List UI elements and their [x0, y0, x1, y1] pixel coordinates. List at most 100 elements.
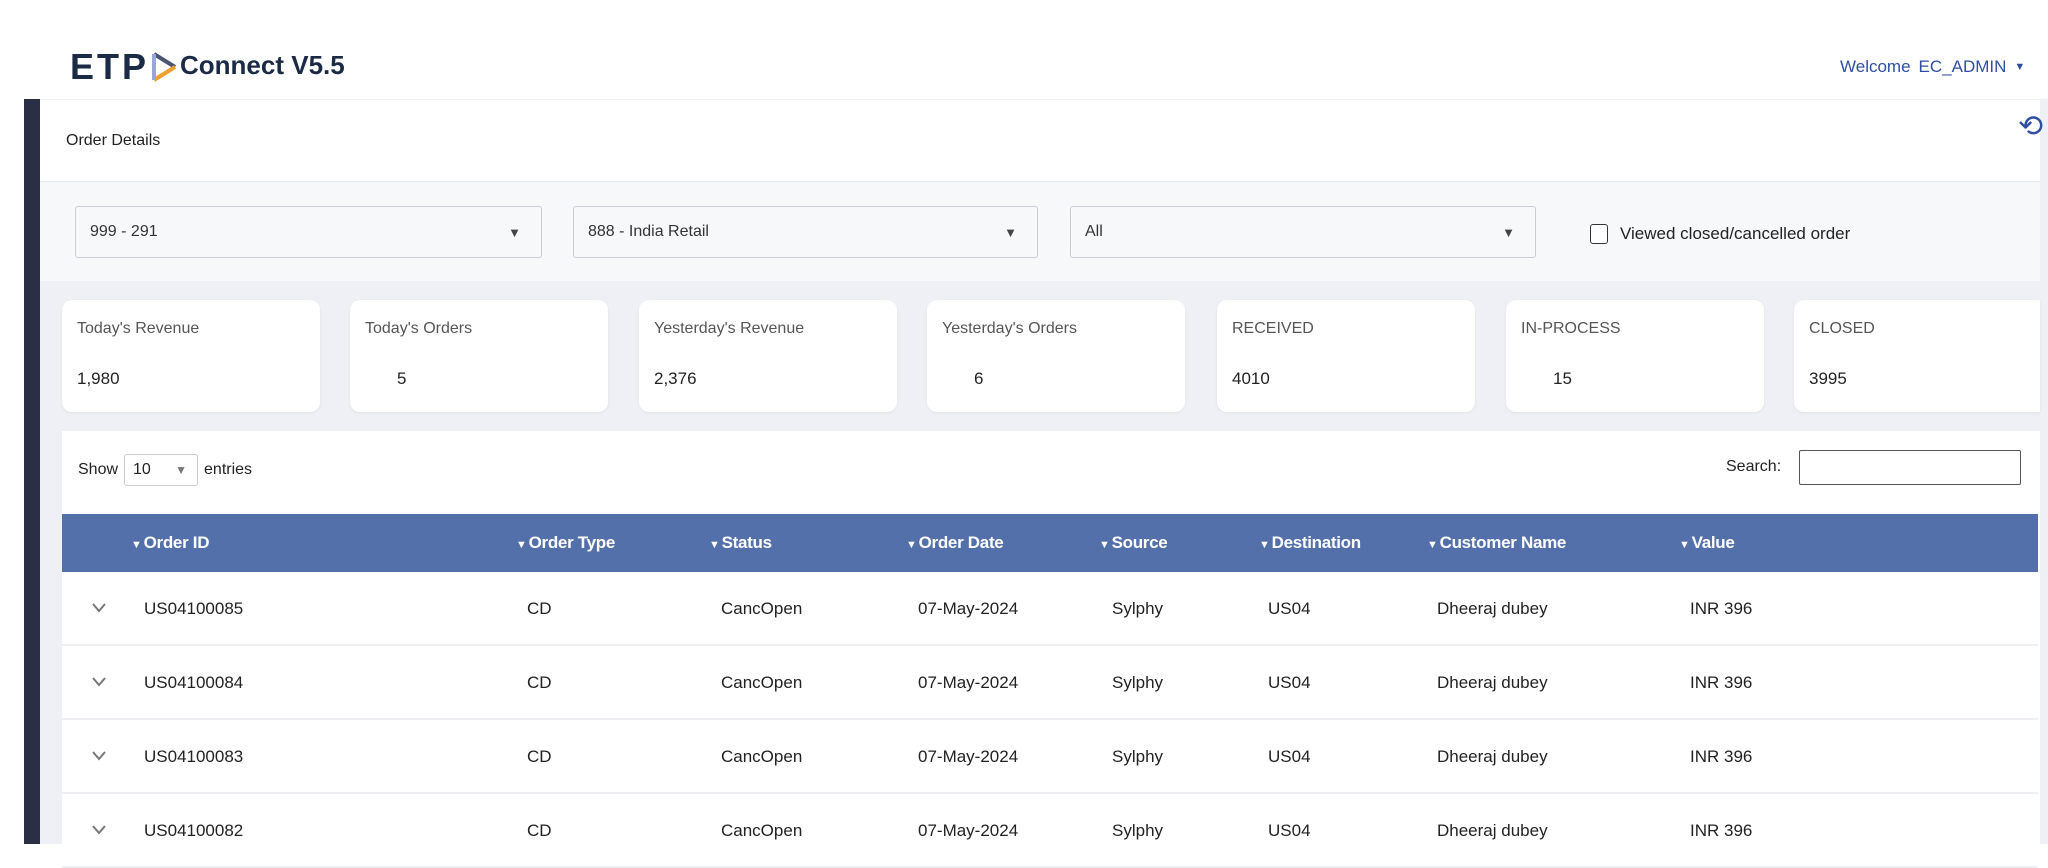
kpi-value: 6: [974, 369, 984, 388]
kpi-value: 3995: [1809, 369, 1847, 388]
username: EC_ADMIN: [1918, 57, 2007, 76]
cell-status: CancOpen: [721, 673, 803, 692]
cell-order-date: 07-May-2024: [918, 673, 1019, 692]
sidebar[interactable]: [24, 99, 40, 844]
show-label: Show: [78, 461, 119, 478]
logo-text: ETP: [70, 46, 150, 87]
cell-value: INR 396: [1690, 599, 1753, 618]
cell-destination: US04: [1268, 747, 1311, 766]
status-select[interactable]: All ▼: [1070, 206, 1536, 258]
sort-icon: ▼: [516, 539, 527, 551]
cell-order-id: US04100085: [144, 599, 244, 618]
cell-source: Sylphy: [1112, 821, 1164, 840]
page-length-value: 10: [133, 461, 151, 478]
expand-chevron-icon[interactable]: [86, 816, 112, 842]
checkbox-label: Viewed closed/cancelled order: [1620, 224, 1851, 243]
sort-icon: ▼: [1427, 539, 1438, 551]
column-header-value[interactable]: ▼ Value: [1679, 533, 1735, 553]
kpi-label: Today's Orders: [365, 320, 473, 337]
cell-value: INR 396: [1690, 673, 1753, 692]
cell-order-id: US04100082: [144, 821, 244, 840]
cell-source: Sylphy: [1112, 747, 1164, 766]
kpi-label: Yesterday's Revenue: [654, 320, 805, 337]
app-title: Connect V5.5: [180, 50, 345, 80]
expand-chevron-icon[interactable]: [86, 668, 112, 694]
sort-icon: ▼: [1679, 539, 1690, 551]
caret-down-icon: ▼: [2014, 61, 2026, 73]
cell-customer-name: Dheeraj dubey: [1437, 747, 1548, 766]
cell-status: CancOpen: [721, 599, 803, 618]
cell-customer-name: Dheeraj dubey: [1437, 673, 1548, 692]
column-label: Order Type: [528, 533, 616, 552]
kpi-card-todays-revenue: Today's Revenue 1,980: [62, 300, 320, 412]
kpi-value: 5: [397, 369, 407, 388]
cell-order-type: CD: [527, 821, 552, 840]
column-label: Customer Name: [1439, 533, 1567, 552]
cell-order-type: CD: [527, 599, 552, 618]
table-header: ▼ Order ID ▼ Order Type ▼ Status ▼ Order Dat…: [62, 514, 2038, 572]
logo-play-icon: [152, 52, 177, 82]
kpi-label: CLOSED: [1809, 320, 1875, 337]
expand-chevron-icon[interactable]: [86, 594, 112, 620]
search-input[interactable]: [1799, 450, 2021, 485]
store-select[interactable]: 999 - 291 ▼: [75, 206, 542, 258]
cell-order-date: 07-May-2024: [918, 821, 1019, 840]
table-row[interactable]: US04100085 CD CancOpen 07-May-2024 Sylphy US0…: [62, 572, 2038, 646]
cell-destination: US04: [1268, 673, 1311, 692]
cell-source: Sylphy: [1112, 673, 1164, 692]
cell-value: INR 396: [1690, 821, 1753, 840]
table-row[interactable]: US04100082 CD CancOpen 07-May-2024 Sylphy US0…: [62, 794, 2038, 868]
kpi-card-yesterdays-revenue: Yesterday's Revenue 2,376: [639, 300, 897, 412]
cell-destination: US04: [1268, 821, 1311, 840]
column-label: Value: [1691, 533, 1735, 552]
column-header-customer-name[interactable]: ▼ Customer Name: [1427, 533, 1566, 553]
kpi-value: 4010: [1232, 369, 1270, 388]
user-menu[interactable]: Welcome EC_ADMIN ▼: [1840, 57, 2025, 77]
kpi-card-todays-orders: Today's Orders 5: [350, 300, 608, 412]
kpi-label: Today's Revenue: [77, 320, 200, 337]
kpi-label: Yesterday's Orders: [942, 320, 1077, 337]
column-header-source[interactable]: ▼ Source: [1099, 533, 1168, 553]
closed-orders-checkbox[interactable]: [1590, 224, 1608, 244]
kpi-card-received: RECEIVED 4010: [1217, 300, 1475, 412]
page-length-select[interactable]: 10 ▼: [124, 454, 199, 486]
column-label: Source: [1111, 533, 1168, 552]
kpi-card-closed: CLOSED 3995: [1794, 300, 2040, 412]
kpi-value: 2,376: [654, 369, 697, 388]
closed-orders-toggle[interactable]: Viewed closed/cancelled order: [1590, 224, 1850, 244]
refresh-icon[interactable]: ⟲: [2018, 112, 2048, 144]
cell-order-id: US04100083: [144, 747, 244, 766]
column-header-status[interactable]: ▼ Status: [709, 533, 772, 553]
caret-down-icon: ▼: [1502, 224, 1515, 240]
channel-select[interactable]: 888 - India Retail ▼: [573, 206, 1038, 258]
cell-destination: US04: [1268, 599, 1311, 618]
entries-label: entries: [204, 461, 253, 478]
column-header-destination[interactable]: ▼ Destination: [1259, 533, 1361, 553]
column-header-order-type[interactable]: ▼ Order Type: [516, 533, 615, 553]
cell-order-type: CD: [527, 673, 552, 692]
table-row[interactable]: US04100084 CD CancOpen 07-May-2024 Sylphy US0…: [62, 646, 2038, 720]
column-label: Destination: [1271, 533, 1362, 552]
sort-icon: ▼: [131, 539, 142, 551]
column-label: Order Date: [918, 533, 1004, 552]
cell-customer-name: Dheeraj dubey: [1437, 821, 1548, 840]
kpi-label: IN-PROCESS: [1521, 320, 1621, 337]
page-length-control: Show 10 ▼ entries: [78, 454, 252, 486]
search-label: Search:: [1726, 458, 1782, 475]
expand-chevron-icon[interactable]: [86, 742, 112, 768]
column-header-order-date[interactable]: ▼ Order Date: [906, 533, 1004, 553]
logo: ETP: [70, 46, 177, 88]
cell-customer-name: Dheeraj dubey: [1437, 599, 1548, 618]
cell-status: CancOpen: [721, 747, 803, 766]
column-header-order-id[interactable]: ▼ Order ID: [131, 533, 210, 553]
caret-down-icon: ▼: [175, 463, 188, 477]
store-select-value: 999 - 291: [90, 223, 158, 240]
cell-source: Sylphy: [1112, 599, 1164, 618]
sort-icon: ▼: [1099, 539, 1110, 551]
column-label: Status: [721, 533, 772, 552]
table-row[interactable]: US04100083 CD CancOpen 07-May-2024 Sylphy US0…: [62, 720, 2038, 794]
cell-status: CancOpen: [721, 821, 803, 840]
kpi-card-in-process: IN-PROCESS 15: [1506, 300, 1764, 412]
cell-order-type: CD: [527, 747, 552, 766]
caret-down-icon: ▼: [1004, 224, 1017, 240]
